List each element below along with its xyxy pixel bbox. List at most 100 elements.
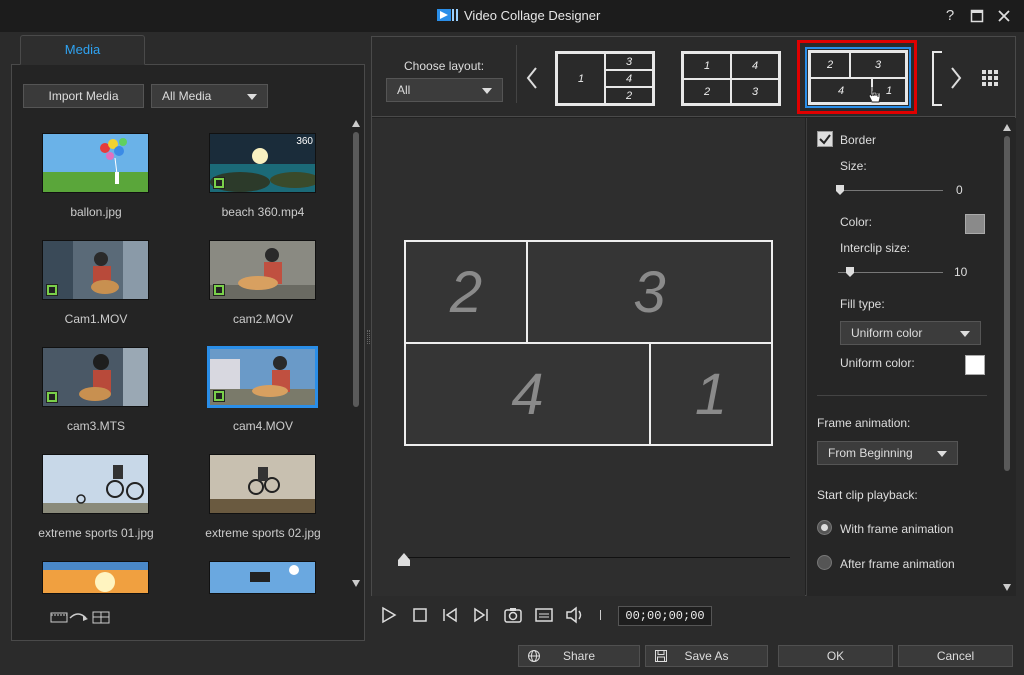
divider: [600, 610, 601, 620]
media-name-cam2: cam2.MOV: [232, 312, 293, 326]
color-label: Color:: [840, 215, 873, 229]
next-frame-icon[interactable]: [472, 606, 490, 624]
layout-option-2[interactable]: 1 4 2 3: [681, 51, 781, 106]
save-as-button[interactable]: Save As: [645, 645, 768, 667]
grid-view-icon[interactable]: [981, 69, 999, 87]
collage-cell-2[interactable]: 2: [404, 240, 528, 344]
border-checkbox[interactable]: [817, 131, 833, 147]
media-thumb-skate[interactable]: [209, 561, 316, 594]
uniform-color-swatch[interactable]: [965, 355, 985, 375]
with-frame-animation-radio[interactable]: [817, 520, 832, 535]
media-thumb-sunset[interactable]: [42, 561, 149, 594]
ok-button[interactable]: OK: [778, 645, 893, 667]
media-filter-select[interactable]: All Media: [151, 84, 268, 108]
media-thumb-cam3[interactable]: [42, 347, 149, 407]
size-slider-track[interactable]: [838, 190, 943, 191]
window-title: Video Collage Designer: [464, 8, 601, 23]
layout-cell: 3: [605, 53, 653, 70]
previous-frame-icon[interactable]: [441, 606, 459, 624]
with-frame-animation-label: With frame animation: [840, 522, 954, 536]
layout-cell: 4: [605, 70, 653, 87]
media-filter-value: All Media: [162, 89, 212, 103]
divider: [817, 395, 987, 396]
snapshot-camera-icon[interactable]: [503, 606, 523, 624]
chevron-left-icon[interactable]: [525, 66, 539, 90]
storyboard-to-collage-icon[interactable]: [50, 610, 112, 624]
app-logo-icon: [437, 9, 458, 21]
subtitle-icon[interactable]: [534, 606, 554, 624]
media-name-extreme01: extreme sports 01.jpg: [38, 526, 154, 540]
hand-cursor-icon: [868, 87, 881, 103]
layout-cell: 1: [683, 53, 731, 79]
layout-cell: 3: [850, 52, 906, 78]
properties-scrollbar[interactable]: [1002, 122, 1012, 594]
chevron-right-icon[interactable]: [949, 66, 963, 90]
video-icon: [213, 284, 225, 296]
media-thumb-cam4[interactable]: [207, 346, 318, 408]
tab-media[interactable]: Media: [20, 35, 145, 65]
close-icon: [998, 10, 1010, 22]
after-frame-animation-radio[interactable]: [817, 555, 832, 570]
media-thumb-cam1[interactable]: [42, 240, 149, 300]
import-media-button[interactable]: Import Media: [23, 84, 144, 108]
share-button[interactable]: Share: [518, 645, 640, 667]
media-name-ballon: ballon.jpg: [70, 205, 122, 219]
video-icon: [46, 284, 58, 296]
collage-cell-1[interactable]: 1: [649, 342, 773, 446]
frame-animation-value: From Beginning: [828, 446, 913, 460]
panel-splitter[interactable]: [367, 330, 370, 344]
collage-cell-3[interactable]: 3: [526, 240, 773, 344]
size-label: Size:: [840, 159, 867, 173]
layout-option-1[interactable]: 1 3 4 2: [555, 51, 655, 106]
close-button[interactable]: [993, 6, 1015, 26]
timeline-track[interactable]: [400, 557, 790, 558]
layout-cell: 4: [810, 78, 872, 103]
media-scrollbar[interactable]: [351, 118, 361, 596]
layout-option-4-partial[interactable]: [932, 51, 942, 106]
fill-type-select[interactable]: Uniform color: [840, 321, 981, 345]
after-frame-animation-label: After frame animation: [840, 557, 955, 571]
help-button[interactable]: ?: [939, 6, 961, 26]
video-icon: [213, 390, 225, 402]
media-name-cam4: cam4.MOV: [232, 419, 293, 433]
media-thumb-extreme02[interactable]: [209, 454, 316, 514]
layout-cell: 2: [605, 87, 653, 104]
save-disk-icon: [655, 650, 667, 662]
volume-icon[interactable]: [565, 606, 585, 624]
360-badge: 360: [296, 136, 313, 147]
layout-cell: 3: [731, 79, 779, 104]
media-thumb-ballon[interactable]: [42, 133, 149, 193]
media-name-beach360: beach 360.mp4: [221, 205, 305, 219]
size-value: 0: [956, 183, 963, 197]
interclip-value: 10: [954, 265, 968, 279]
media-name-cam3: cam3.MTS: [66, 419, 125, 433]
choose-layout-label: Choose layout:: [404, 59, 485, 73]
save-as-label: Save As: [684, 649, 729, 663]
maximize-button[interactable]: [966, 6, 988, 26]
layout-filter-select[interactable]: All: [386, 78, 503, 102]
layout-cell: 1: [557, 53, 605, 104]
layout-cell: 2: [810, 52, 850, 78]
cancel-button[interactable]: Cancel: [898, 645, 1013, 667]
collage-preview: 2 3 4 1: [404, 240, 773, 446]
maximize-icon: [970, 9, 984, 23]
timeline-scrubber[interactable]: [398, 553, 410, 566]
interclip-size-label: Interclip size:: [840, 241, 911, 255]
share-globe-icon: [528, 650, 540, 662]
video-icon: [46, 391, 58, 403]
media-thumb-beach360[interactable]: 360: [209, 133, 316, 193]
border-color-swatch[interactable]: [965, 214, 985, 234]
stop-icon[interactable]: [411, 606, 429, 624]
play-icon[interactable]: [380, 606, 398, 624]
collage-cell-4[interactable]: 4: [404, 342, 651, 446]
media-name-extreme02: extreme sports 02.jpg: [205, 526, 321, 540]
media-thumb-extreme01[interactable]: [42, 454, 149, 514]
frame-animation-label: Frame animation:: [817, 416, 911, 430]
timecode-display: 00;00;00;00: [618, 606, 712, 626]
video-icon: [213, 177, 225, 189]
fill-type-label: Fill type:: [840, 297, 885, 311]
layout-filter-value: All: [397, 83, 411, 97]
media-thumb-cam2[interactable]: [209, 240, 316, 300]
layout-option-3[interactable]: 2 3 4 1: [808, 50, 908, 105]
frame-animation-select[interactable]: From Beginning: [817, 441, 958, 465]
